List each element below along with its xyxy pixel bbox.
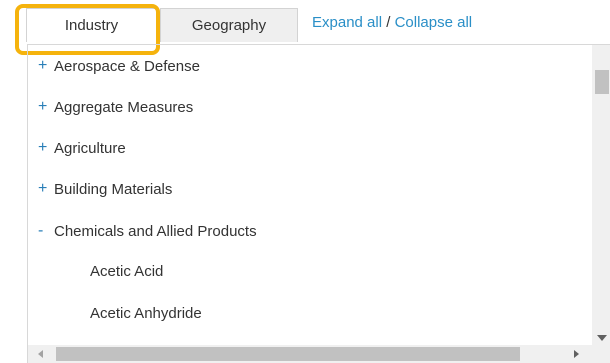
tree-item-chemicals-allied-products[interactable]: - Chemicals and Allied Products: [38, 222, 257, 240]
collapse-all-link[interactable]: Collapse all: [395, 14, 473, 31]
tree-item-building-materials[interactable]: + Building Materials: [38, 180, 172, 198]
tab-geography[interactable]: Geography: [160, 8, 298, 42]
tree-item-label: Acetic Acid: [90, 263, 164, 280]
tab-industry[interactable]: Industry: [26, 8, 157, 42]
tab-industry-label: Industry: [64, 17, 119, 34]
expand-collapse-links: Expand all / Collapse all: [312, 14, 472, 31]
tree-item-label: Agriculture: [54, 139, 126, 157]
tree-item-aerospace-defense[interactable]: + Aerospace & Defense: [38, 57, 200, 75]
scroll-left-arrow-icon[interactable]: [38, 350, 43, 358]
expand-icon[interactable]: +: [38, 139, 54, 157]
tree-item-agriculture[interactable]: + Agriculture: [38, 139, 126, 157]
tab-bar: Industry Geography Expand all / Collapse…: [0, 0, 610, 55]
scroll-down-arrow-icon[interactable]: [597, 335, 607, 341]
expand-icon[interactable]: +: [38, 180, 54, 198]
expand-icon[interactable]: +: [38, 57, 54, 75]
tree-item-label: Aerospace & Defense: [54, 57, 200, 75]
tab-geography-label: Geography: [191, 17, 267, 34]
expand-all-link[interactable]: Expand all: [312, 14, 382, 31]
horizontal-scroll-thumb[interactable]: [56, 347, 520, 361]
tree-item-acetic-acid[interactable]: Acetic Acid: [90, 263, 163, 280]
tree-item-label: Acetic Anhydride: [90, 305, 202, 322]
tree-item-label: Aggregate Measures: [54, 98, 194, 116]
tree-item-label: Chemicals and Allied Products: [54, 222, 257, 240]
vertical-scrollbar[interactable]: [592, 45, 610, 345]
vertical-scroll-thumb[interactable]: [595, 70, 609, 94]
collapse-icon[interactable]: -: [38, 222, 54, 240]
link-separator: /: [382, 14, 395, 31]
scroll-right-arrow-icon[interactable]: [574, 350, 579, 358]
horizontal-scrollbar[interactable]: [28, 345, 610, 363]
tree-item-acetic-anhydride[interactable]: Acetic Anhydride: [90, 305, 202, 322]
industry-tree-panel: + Aerospace & Defense + Aggregate Measur…: [27, 44, 610, 363]
expand-icon[interactable]: +: [38, 98, 54, 116]
tree-item-aggregate-measures[interactable]: + Aggregate Measures: [38, 98, 193, 116]
tree-item-label: Building Materials: [54, 180, 173, 198]
